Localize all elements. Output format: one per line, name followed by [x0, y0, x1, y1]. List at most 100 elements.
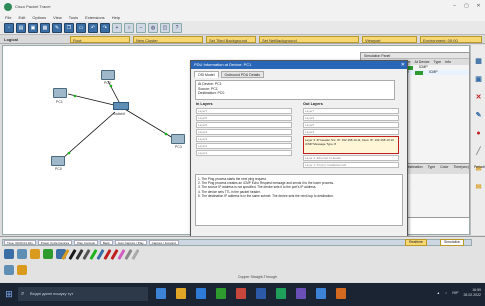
out-layer-4[interactable]: Layer4: [303, 129, 399, 135]
pc2-device[interactable]: [101, 70, 115, 80]
menu-edit[interactable]: Edit: [18, 15, 25, 20]
out-layer-5[interactable]: Layer5: [303, 122, 399, 128]
menu-file[interactable]: File: [5, 15, 11, 20]
menu-tools[interactable]: Tools: [69, 15, 78, 20]
taskbar-search-input[interactable]: ⌕ Bхідні данні пошуку тут: [18, 287, 148, 301]
col-time: Time(sec): [453, 165, 469, 169]
switch0-device[interactable]: [113, 102, 129, 110]
pc0-label: PC0: [55, 167, 62, 171]
volume-icon[interactable]: ♪: [445, 291, 447, 295]
pc1-device[interactable]: [53, 88, 67, 98]
out-layer-7[interactable]: Layer7: [303, 108, 399, 114]
task-view-icon[interactable]: [156, 288, 166, 299]
custom-device-icon[interactable]: ◫: [160, 22, 170, 33]
power-cycle-button[interactable]: Power Cycle Devices: [37, 240, 73, 245]
select-icon[interactable]: ▦: [474, 57, 483, 66]
save-icon[interactable]: ▣: [28, 22, 38, 33]
in-layer-5[interactable]: Layer5: [196, 122, 292, 128]
new-file-icon[interactable]: ▫: [4, 22, 14, 33]
device-category-row: [4, 249, 66, 259]
word-icon[interactable]: [256, 288, 266, 299]
close-icon[interactable]: ✕: [401, 62, 405, 68]
menu-extensions[interactable]: Extensions: [85, 15, 105, 20]
minimize-icon[interactable]: –: [451, 3, 458, 9]
print-icon[interactable]: ▦: [40, 22, 50, 33]
logical-mode-label[interactable]: Logical: [2, 36, 52, 43]
resize-shape-icon[interactable]: ●: [474, 129, 483, 138]
simulation-mode-button[interactable]: Simulation: [440, 239, 465, 246]
tab-outbound-pdu-details[interactable]: Outbound PDU Details: [220, 71, 264, 78]
connections-icon[interactable]: [43, 249, 53, 259]
network-icon[interactable]: ▲: [437, 291, 440, 295]
zoom-in-icon[interactable]: +: [112, 22, 122, 33]
place-note-icon[interactable]: ✎: [474, 111, 483, 120]
clock[interactable]: 16:59 28.02.2022: [463, 288, 481, 298]
paste-icon[interactable]: ▭: [76, 22, 86, 33]
menu-view[interactable]: View: [53, 15, 62, 20]
in-layer-4[interactable]: Layer4: [196, 129, 292, 135]
telegram-icon[interactable]: [316, 288, 326, 299]
palette-icon[interactable]: ◍: [148, 22, 158, 33]
file-explorer-icon[interactable]: [176, 288, 186, 299]
menu-options[interactable]: Options: [32, 15, 46, 20]
pc0-device[interactable]: [51, 156, 65, 166]
close-icon[interactable]: ✕: [475, 3, 482, 9]
environment-button[interactable]: Environment: 00:00: [420, 36, 482, 43]
maximize-icon[interactable]: ▢: [463, 3, 470, 9]
inspect-icon[interactable]: ▣: [474, 75, 483, 84]
chrome-icon[interactable]: [216, 288, 226, 299]
zoom-reset-icon[interactable]: ○: [124, 22, 134, 33]
in-layer-3[interactable]: Layer3: [196, 136, 292, 142]
selected-cable-label: Copper Straight-Through: [238, 275, 277, 279]
undo-icon[interactable]: ↶: [88, 22, 98, 33]
components-icon[interactable]: [30, 249, 40, 259]
office-icon[interactable]: [236, 288, 246, 299]
main-toolbar: ▫ ▤ ▣ ▦ ✎ ❐ ▭ ↶ ↷ + ○ − ◍ ◫ ?: [0, 21, 485, 35]
capture-forward-button[interactable]: Capture / Forward: [148, 240, 179, 245]
connections-subcategory-icon[interactable]: [4, 265, 14, 275]
copy-icon[interactable]: ❐: [64, 22, 74, 33]
teams-icon[interactable]: [296, 288, 306, 299]
activity-wizard-icon[interactable]: ✎: [52, 22, 62, 33]
windows-start-icon[interactable]: ⊞: [4, 289, 14, 299]
info-icon[interactable]: ?: [172, 22, 182, 33]
tab-osi-model[interactable]: OSI Model: [194, 71, 219, 78]
menu-help[interactable]: Help: [112, 15, 120, 20]
viewport-button[interactable]: Viewport: [362, 36, 417, 43]
event-type: ICMP: [428, 70, 438, 74]
in-layers-heading: In Layers: [196, 102, 213, 106]
language-indicator[interactable]: УКР: [452, 291, 459, 295]
root-button[interactable]: Root: [70, 36, 130, 43]
out-layer-6[interactable]: Layer6: [303, 115, 399, 121]
store-icon[interactable]: [196, 288, 206, 299]
connections-subcategory-alt-icon[interactable]: [17, 265, 27, 275]
out-layer-2[interactable]: Layer 2: Ethernet II Header: [303, 155, 399, 161]
packet-tracer-icon[interactable]: [276, 288, 286, 299]
event-type: ICMP: [418, 65, 428, 69]
set-net-background-button[interactable]: Set NetBackground: [259, 36, 359, 43]
settings-icon[interactable]: [336, 288, 346, 299]
end-devices-icon[interactable]: [17, 249, 27, 259]
new-cluster-button[interactable]: New Cluster: [133, 36, 203, 43]
out-layers-column: Layer7 Layer6 Layer5 Layer4 Layer 3: IP …: [303, 108, 399, 168]
in-layer-2[interactable]: Layer2: [196, 143, 292, 149]
network-devices-icon[interactable]: [4, 249, 14, 259]
pc3-device[interactable]: [171, 134, 185, 144]
in-layer-6[interactable]: Layer6: [196, 115, 292, 121]
in-layer-7[interactable]: Layer7: [196, 108, 292, 114]
out-layer-3-selected[interactable]: Layer 3: IP Header Src. IP: 192.168.10.1…: [303, 136, 399, 154]
back-button[interactable]: Back: [99, 240, 113, 245]
set-tiled-background-button[interactable]: Set Tiled Background: [206, 36, 256, 43]
auto-capture-button[interactable]: Auto Capture / Play: [114, 240, 147, 245]
draw-line-icon[interactable]: ╱: [474, 147, 483, 156]
out-layer-1[interactable]: Layer 1: Port(s): FastEthernet0: [303, 162, 399, 168]
delete-icon[interactable]: ✕: [474, 93, 483, 102]
usb-cable-icon[interactable]: [131, 248, 140, 261]
link-switch-pc0: [62, 111, 116, 159]
zoom-out-icon[interactable]: −: [136, 22, 146, 33]
in-layer-1[interactable]: Layer1: [196, 150, 292, 156]
open-file-icon[interactable]: ▤: [16, 22, 26, 33]
add-complex-pdu-icon[interactable]: ✉: [474, 183, 483, 192]
redo-icon[interactable]: ↷: [100, 22, 110, 33]
realtime-mode-button[interactable]: Realtime: [405, 239, 427, 246]
